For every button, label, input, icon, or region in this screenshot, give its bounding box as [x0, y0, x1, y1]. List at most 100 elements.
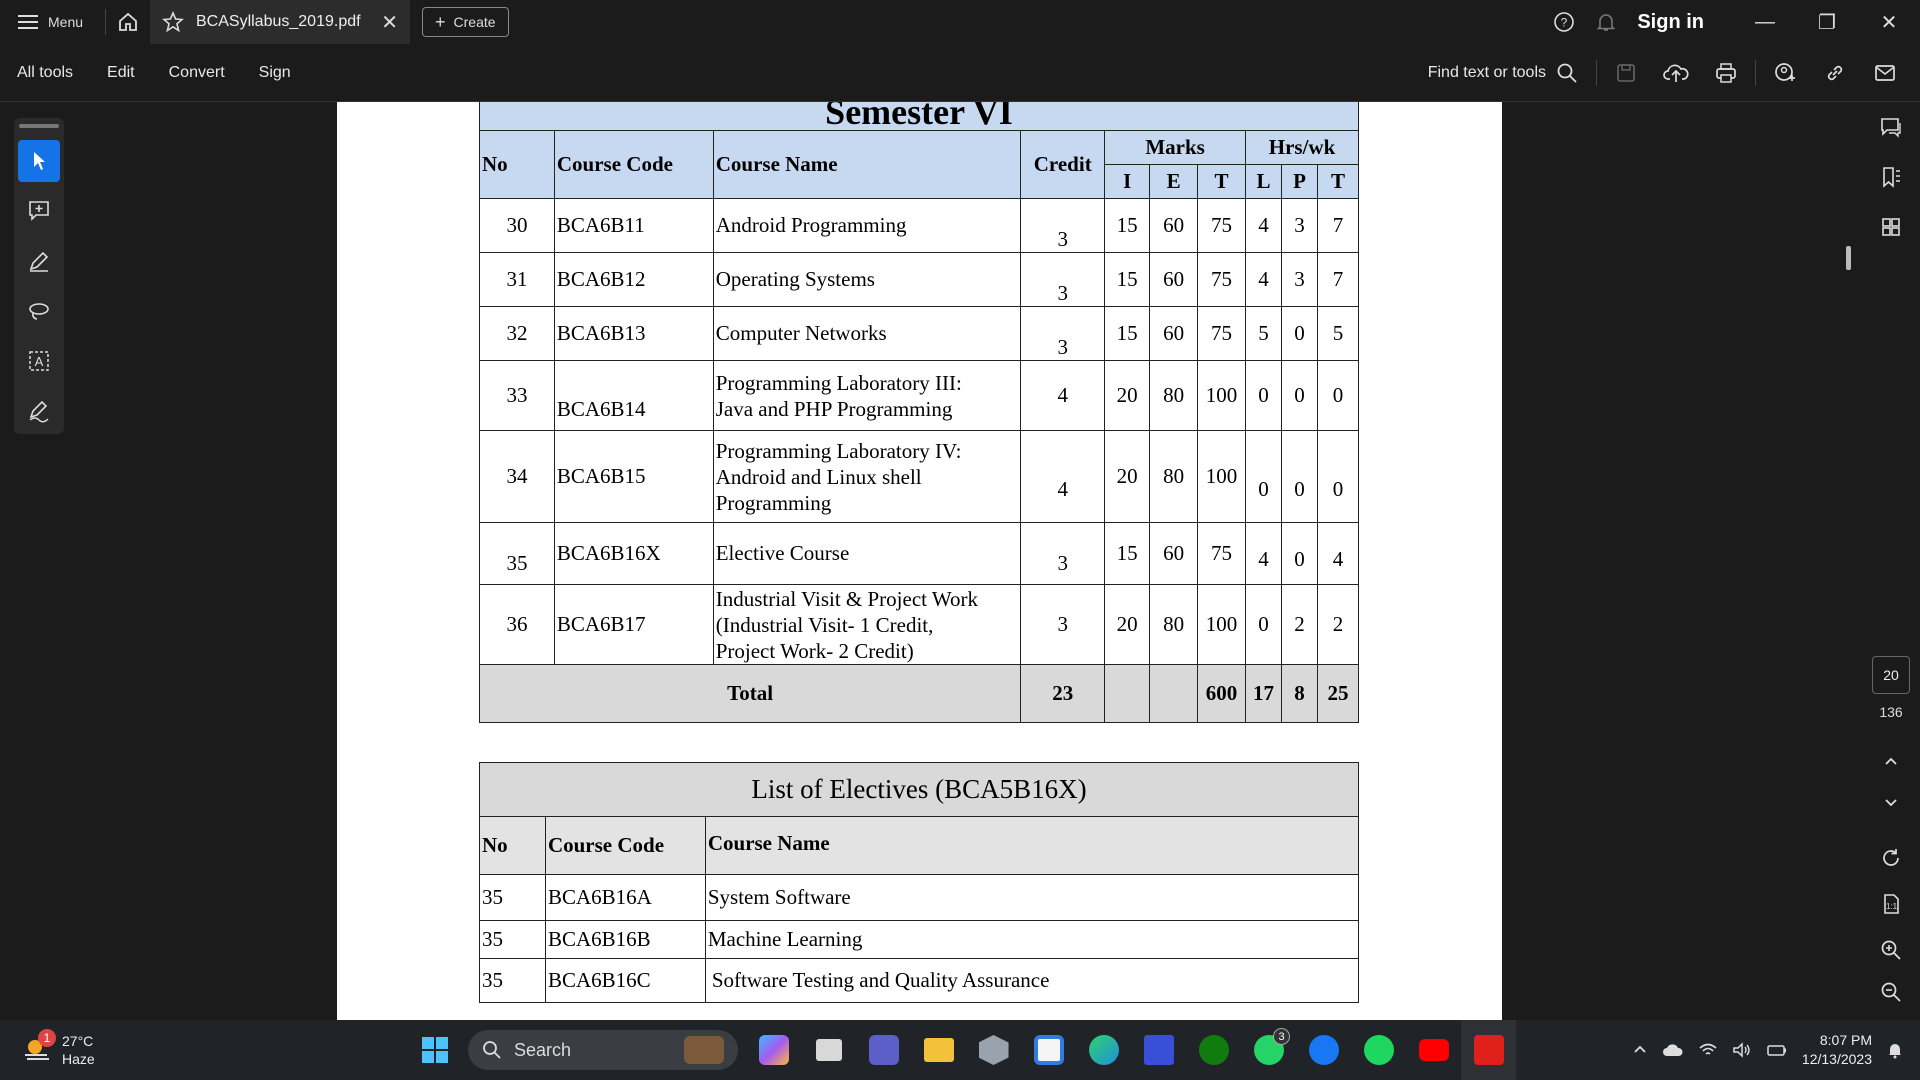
select-tool[interactable]	[18, 140, 60, 182]
document-tab[interactable]: BCASyllabus_2019.pdf ✕	[150, 0, 410, 44]
el-row-name: Software Testing and Quality Assurance	[704, 958, 1360, 1003]
youtube-app[interactable]	[1406, 1020, 1461, 1080]
convert-button[interactable]: Convert	[152, 44, 242, 102]
windows-logo-icon	[422, 1037, 448, 1063]
row-credit: 4	[1020, 360, 1106, 431]
system-clock[interactable]: 8:07 PM 12/13/2023	[1802, 1031, 1872, 1069]
facebook-app[interactable]	[1296, 1020, 1351, 1080]
search-icon[interactable]	[1556, 62, 1578, 84]
find-text-button[interactable]: Find text or tools	[1428, 64, 1546, 82]
spotify-app[interactable]	[1351, 1020, 1406, 1080]
sign-tool[interactable]	[18, 390, 60, 432]
onedrive-icon[interactable]	[1662, 1042, 1684, 1058]
table-row: 35 BCA6B16B Machine Learning	[479, 920, 1360, 959]
thumbnails-button[interactable]	[1862, 202, 1920, 252]
fit-page-button[interactable]: 1:1	[1867, 884, 1915, 924]
scrollbar-thumb[interactable]	[1846, 246, 1851, 270]
comments-icon	[1881, 118, 1901, 138]
row-l: 0	[1245, 360, 1282, 431]
help-icon[interactable]: ?	[1553, 11, 1575, 33]
menu-button[interactable]: Menu	[0, 0, 105, 44]
row-e: 60	[1149, 198, 1199, 253]
app-m[interactable]	[1131, 1020, 1186, 1080]
page-number-input[interactable]: 20	[1872, 656, 1910, 694]
star-icon[interactable]	[162, 11, 184, 33]
notification-bell-icon[interactable]	[1886, 1041, 1904, 1059]
total-row: Total 23 600 17 8 25	[478, 664, 1360, 723]
start-button[interactable]	[410, 1025, 460, 1075]
rotate-icon	[1883, 849, 1899, 866]
edge-app[interactable]	[1076, 1020, 1131, 1080]
battery-icon[interactable]	[1766, 1042, 1788, 1058]
minimize-button[interactable]: —	[1734, 0, 1796, 44]
row-t: 100	[1197, 584, 1247, 665]
restore-button[interactable]: ❐	[1796, 0, 1858, 44]
acrobat-app[interactable]	[1461, 1020, 1516, 1080]
highlight-tool[interactable]	[18, 240, 60, 282]
file-explorer-app[interactable]	[911, 1020, 966, 1080]
copilot-app[interactable]	[746, 1020, 801, 1080]
col-course-name: Course Name	[712, 130, 1022, 199]
edit-button[interactable]: Edit	[90, 44, 152, 102]
sign-in-button[interactable]: Sign in	[1637, 11, 1704, 34]
taskbar-search[interactable]: Search	[468, 1030, 738, 1070]
rotate-button[interactable]	[1867, 838, 1915, 878]
close-icon: ✕	[1880, 11, 1898, 34]
teams-icon	[868, 1035, 899, 1065]
previous-page-button[interactable]	[1867, 742, 1915, 782]
create-button[interactable]: + Create	[422, 7, 509, 37]
save-button[interactable]	[1601, 44, 1651, 102]
share-button[interactable]	[1760, 44, 1810, 102]
draw-tool[interactable]	[18, 290, 60, 332]
close-tab-icon[interactable]: ✕	[381, 10, 398, 35]
svg-text:1:1: 1:1	[1886, 902, 1898, 911]
row-p: 0	[1281, 522, 1318, 585]
rail-grip[interactable]	[19, 124, 59, 128]
add-comment-tool[interactable]	[18, 190, 60, 232]
link-button[interactable]	[1810, 44, 1860, 102]
hexagon-icon	[978, 1035, 1009, 1065]
comments-button[interactable]	[1862, 102, 1920, 152]
sign-button[interactable]: Sign	[242, 44, 308, 102]
zoom-out-button[interactable]	[1867, 972, 1915, 1012]
row-code: BCA6B15	[553, 430, 714, 523]
semester-table: Semester VI No Course Code Course Name C…	[478, 102, 1360, 723]
row-i: 15	[1104, 306, 1151, 361]
email-button[interactable]	[1860, 44, 1910, 102]
clock-date: 12/13/2023	[1801, 1051, 1872, 1067]
whatsapp-app[interactable]: 3	[1241, 1020, 1296, 1080]
text-tool[interactable]: A	[18, 340, 60, 382]
volume-icon[interactable]	[1732, 1042, 1752, 1058]
app-hexagon[interactable]	[966, 1020, 1021, 1080]
close-window-button[interactable]: ✕	[1858, 0, 1920, 44]
zoom-in-button[interactable]	[1867, 930, 1915, 970]
create-label: Create	[453, 14, 496, 30]
teams-app[interactable]	[856, 1020, 911, 1080]
lasso-icon	[29, 303, 49, 320]
hamburger-icon	[18, 15, 38, 29]
all-tools-button[interactable]: All tools	[0, 44, 90, 102]
search-highlight-image	[684, 1036, 724, 1064]
row-i: 15	[1104, 252, 1151, 307]
zoom-in-icon	[1881, 940, 1901, 960]
save-icon	[1617, 63, 1635, 82]
xbox-icon	[1198, 1035, 1229, 1065]
xbox-app[interactable]	[1186, 1020, 1241, 1080]
next-page-button[interactable]	[1867, 782, 1915, 822]
row-name: Programming Laboratory IV: Android and Li…	[712, 430, 1022, 523]
bell-icon[interactable]	[1595, 11, 1617, 33]
semester-heading: Semester VI	[479, 102, 1359, 131]
chevron-up-icon[interactable]	[1632, 1042, 1648, 1058]
row-name: Computer Networks	[712, 306, 1022, 361]
task-view-app[interactable]	[801, 1020, 856, 1080]
home-button[interactable]	[106, 0, 150, 44]
page-total: 136	[1879, 704, 1903, 720]
folder-icon	[923, 1038, 954, 1062]
print-button[interactable]	[1701, 44, 1751, 102]
menu-label: Menu	[48, 14, 84, 30]
wifi-icon[interactable]	[1698, 1042, 1718, 1058]
upload-button[interactable]	[1651, 44, 1701, 102]
bookmarks-button[interactable]	[1862, 152, 1920, 202]
weather-widget[interactable]: 1 27°C Haze	[0, 1029, 300, 1068]
store-app[interactable]	[1021, 1020, 1076, 1080]
